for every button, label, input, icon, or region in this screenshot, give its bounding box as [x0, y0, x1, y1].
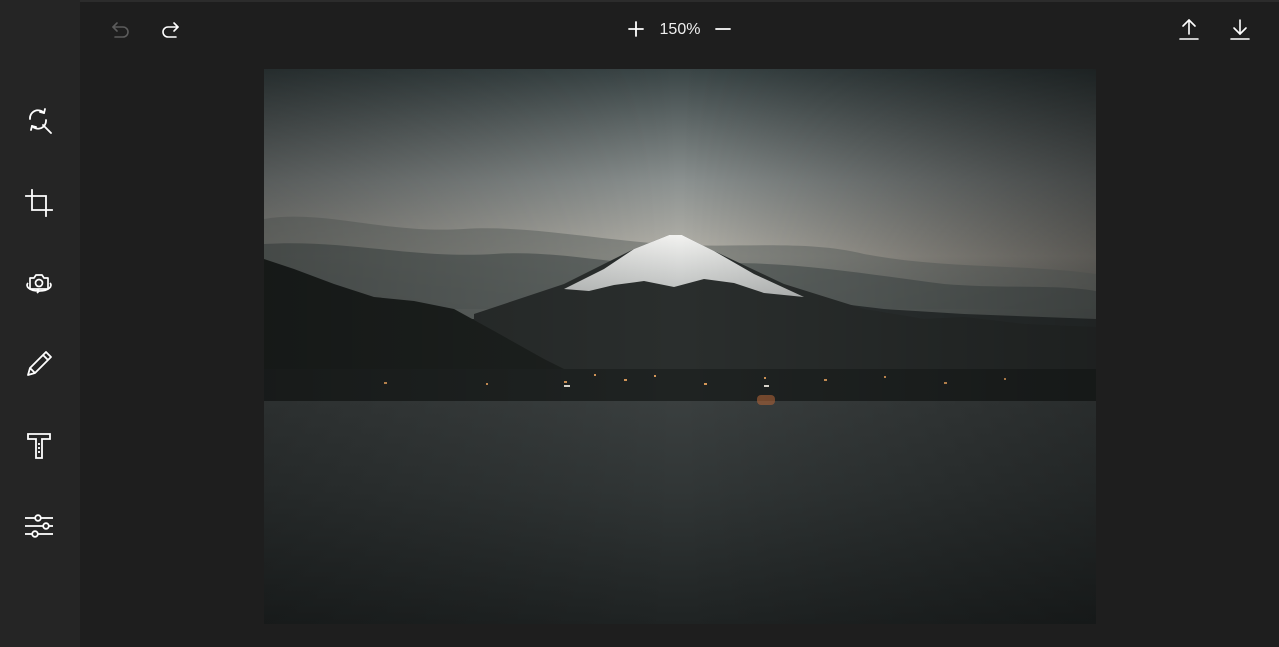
- pencil-icon: [27, 351, 52, 376]
- zoom-in-button[interactable]: [620, 13, 652, 45]
- text-icon: [27, 433, 51, 459]
- upload-icon: [1179, 19, 1199, 40]
- undo-icon: [112, 22, 129, 38]
- mountain-lake-photo: [264, 69, 1096, 624]
- text-tool[interactable]: [19, 425, 59, 465]
- tool-sidebar: [0, 0, 80, 647]
- camera-rotate-tool[interactable]: [19, 263, 59, 303]
- adjust-tool[interactable]: [19, 506, 59, 546]
- undo-button[interactable]: [104, 13, 136, 45]
- pencil-tool[interactable]: [19, 344, 59, 384]
- crop-icon: [25, 189, 53, 217]
- redo-icon: [162, 22, 179, 38]
- image-editor: 150%: [0, 0, 1279, 647]
- crop-tool[interactable]: [19, 183, 59, 223]
- window-top-border: [0, 0, 1279, 2]
- magic-search-tool[interactable]: [19, 101, 59, 141]
- plus-icon: [628, 21, 644, 37]
- zoom-out-button[interactable]: [707, 13, 739, 45]
- image-canvas[interactable]: [264, 69, 1096, 624]
- zoom-level: 150%: [659, 21, 701, 38]
- camera-rotate-icon: [26, 274, 52, 294]
- upload-button[interactable]: [1173, 13, 1205, 45]
- minus-icon: [715, 28, 731, 30]
- sliders-icon: [25, 514, 53, 538]
- download-icon: [1230, 19, 1250, 40]
- magic-search-icon: [29, 108, 52, 134]
- download-button[interactable]: [1224, 13, 1256, 45]
- redo-button[interactable]: [155, 13, 187, 45]
